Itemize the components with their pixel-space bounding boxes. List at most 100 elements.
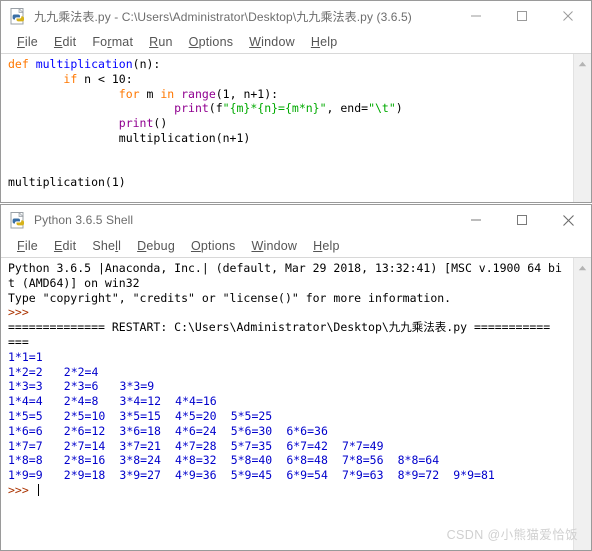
shell-output-token: 6*8=48 — [286, 453, 328, 468]
minimize-button[interactable] — [453, 1, 499, 31]
editor-window[interactable]: 九九乘法表.py - C:\Users\Administrator\Deskto… — [0, 0, 592, 203]
code-token: "{m}*{n}={m*n}" — [222, 101, 327, 116]
shell-output-line: 1*6=6 2*6=12 3*6=18 4*6=24 5*6=30 6*6=36 — [8, 424, 573, 439]
shell-output-textarea[interactable]: Python 3.6.5 |Anaconda, Inc.| (default, … — [1, 258, 573, 550]
shell-menu-help[interactable]: Help — [305, 239, 348, 253]
code-token: (n): — [132, 57, 161, 71]
shell-output-line: Python 3.6.5 |Anaconda, Inc.| (default, … — [8, 261, 573, 276]
editor-scroll-thumb[interactable] — [575, 72, 590, 202]
editor-body: def multiplication(n): if n < 10: for m … — [1, 54, 591, 202]
shell-output-token: 5*6=30 — [230, 423, 273, 438]
shell-output-token: 2*4=8 — [63, 394, 99, 409]
code-line: def multiplication(n): — [8, 57, 573, 72]
minimize-button[interactable] — [453, 205, 499, 235]
code-token: in — [160, 86, 182, 101]
shell-output-line: 1*1=1 — [8, 350, 573, 365]
shell-output-token: 2*3=6 — [63, 379, 99, 394]
code-line: for m in range(1, n+1): — [8, 87, 573, 102]
menu-accel-letter: E — [53, 35, 63, 49]
code-token: print — [174, 101, 209, 116]
shell-output-token: 1*6=6 — [8, 423, 43, 438]
shell-output-line: 1*9=9 2*9=18 3*9=27 4*9=36 5*9=45 6*9=54 7*9=6… — [8, 468, 573, 483]
shell-output-line: 1*8=8 2*8=16 3*8=24 4*8=32 5*8=40 6*8=48 7*8=5… — [8, 453, 573, 468]
shell-output-token: 2*8=16 — [63, 453, 106, 468]
editor-menu-options[interactable]: Options — [181, 35, 242, 49]
shell-output-token: >>> — [8, 305, 36, 320]
editor-menu-help[interactable]: Help — [303, 35, 346, 49]
shell-menubar[interactable]: File Edit Shell Debug Options Window Help — [1, 235, 591, 258]
menu-accel-letter: H — [313, 239, 323, 253]
shell-output-token: 3*5=15 — [119, 408, 161, 423]
editor-menu-edit[interactable]: Edit — [46, 35, 84, 49]
python-file-icon — [10, 7, 27, 25]
shell-menu-window[interactable]: Window — [243, 239, 305, 253]
shell-output-line: >>> — [8, 483, 573, 498]
shell-menu-shell[interactable]: Shell — [84, 239, 129, 253]
shell-output-line: 1*3=3 2*3=6 3*3=9 — [8, 379, 573, 394]
shell-output-token: 7*9=63 — [341, 468, 384, 483]
code-token: print — [118, 116, 154, 131]
code-line: print() — [8, 116, 573, 131]
shell-output-token: 5*5=25 — [230, 408, 273, 423]
close-button[interactable] — [545, 205, 591, 235]
code-token: if — [63, 71, 85, 86]
shell-output-token: 4*6=24 — [175, 423, 217, 438]
editor-menu-file[interactable]: File — [9, 35, 46, 49]
shell-output-token: 4*9=36 — [175, 468, 217, 483]
shell-window[interactable]: Python 3.6.5 Shell File Edit Shell Debug Opt… — [0, 204, 592, 551]
code-line: multiplication(n+1) — [8, 131, 573, 146]
shell-menu-options[interactable]: Options — [183, 239, 244, 253]
shell-output-token: 1*5=5 — [8, 408, 43, 423]
maximize-button[interactable] — [499, 205, 545, 235]
shell-output-token: 2*7=14 — [63, 438, 106, 453]
code-token: multiplication(n+1) — [118, 130, 251, 145]
shell-output-line: ============== RESTART: C:\Users\Adminis… — [8, 320, 573, 335]
editor-menu-run[interactable]: Run — [141, 35, 181, 49]
editor-menu-window[interactable]: Window — [241, 35, 303, 49]
shell-output-token: 9*9=81 — [453, 468, 495, 483]
menu-accel-letter: F — [17, 35, 25, 49]
code-line: print(f"{m}*{n}={m*n}", end="\t") — [8, 101, 573, 116]
shell-titlebar[interactable]: Python 3.6.5 Shell — [1, 205, 591, 235]
code-token: , end= — [326, 101, 369, 116]
shell-output-line: 1*2=2 2*2=4 — [8, 365, 573, 380]
shell-output-token: 4*4=16 — [175, 394, 217, 409]
scroll-up-arrow-icon[interactable] — [574, 261, 591, 275]
editor-titlebar[interactable]: 九九乘法表.py - C:\Users\Administrator\Deskto… — [1, 1, 591, 31]
shell-output-line: 1*7=7 2*7=14 3*7=21 4*7=28 5*7=35 6*7=42 7*7=4… — [8, 439, 573, 454]
code-editor-textarea[interactable]: def multiplication(n): if n < 10: for m … — [1, 54, 573, 202]
shell-scroll-thumb[interactable] — [575, 276, 590, 550]
menu-accel-letter: l — [115, 239, 119, 253]
editor-menubar[interactable]: File Edit Format Run Options Window Help — [1, 31, 591, 54]
shell-menu-edit[interactable]: Edit — [46, 239, 84, 253]
shell-output-token: 2*2=4 — [63, 364, 99, 379]
editor-menu-format[interactable]: Format — [84, 35, 141, 49]
shell-output-token: 5*7=35 — [230, 438, 273, 453]
shell-output-line: 1*4=4 2*4=8 3*4=12 4*4=16 — [8, 394, 573, 409]
close-button[interactable] — [545, 1, 591, 31]
shell-output-token: 2*6=12 — [63, 423, 106, 438]
shell-menu-debug[interactable]: Debug — [129, 239, 183, 253]
shell-menu-file[interactable]: File — [9, 239, 46, 253]
maximize-button[interactable] — [499, 1, 545, 31]
scroll-up-arrow-icon[interactable] — [574, 57, 591, 71]
shell-output-token: Type "copyright", "credits" or "license(… — [8, 290, 452, 305]
code-token: for — [118, 86, 147, 101]
shell-output-token: 1*3=3 — [8, 379, 43, 394]
shell-output-token: 5*9=45 — [230, 468, 273, 483]
menu-accel-letter: O — [188, 35, 199, 49]
menu-accel-letter: D — [137, 239, 147, 253]
editor-vertical-scrollbar[interactable] — [573, 54, 591, 202]
menu-accel-letter: W — [249, 35, 262, 49]
shell-output-token: 1*7=7 — [8, 438, 43, 453]
shell-body: Python 3.6.5 |Anaconda, Inc.| (default, … — [1, 258, 591, 550]
shell-output-token: 5*8=40 — [230, 453, 273, 468]
menu-accel-letter: E — [53, 239, 63, 253]
shell-output-line: === — [8, 335, 573, 350]
shell-output-token: 3*8=24 — [119, 453, 161, 468]
code-token: (1, n+1): — [215, 86, 279, 101]
shell-vertical-scrollbar[interactable] — [573, 258, 591, 550]
